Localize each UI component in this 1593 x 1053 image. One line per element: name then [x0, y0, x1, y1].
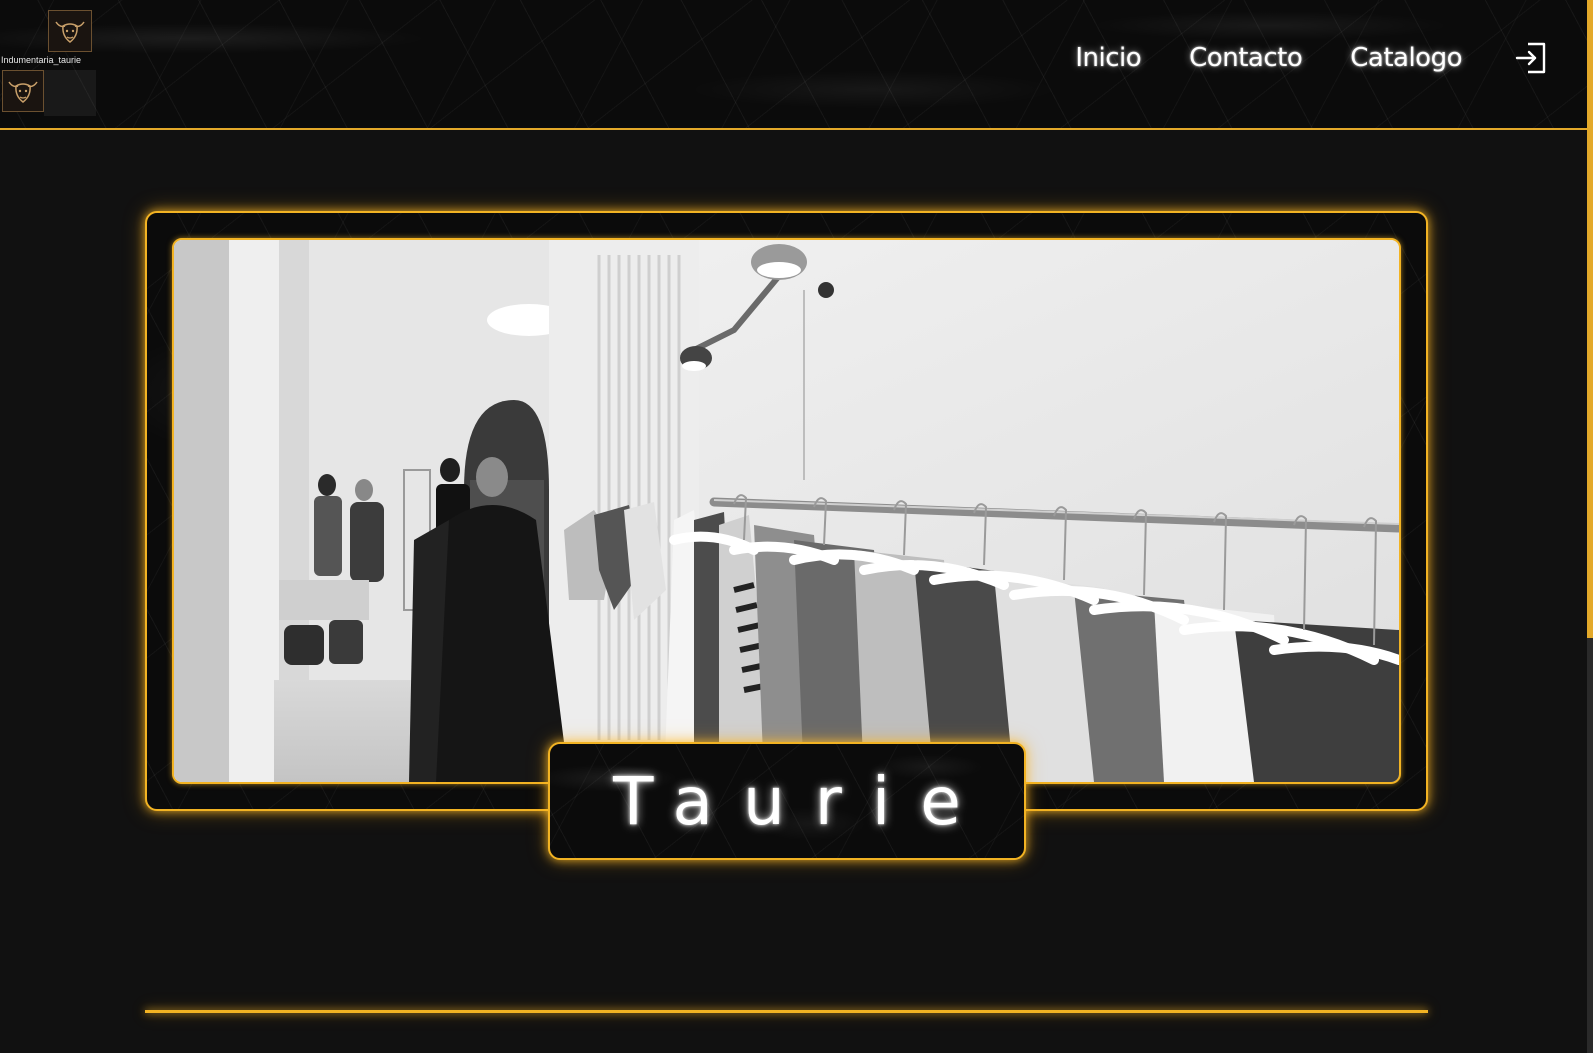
nav-link-inicio[interactable]: Inicio — [1075, 43, 1141, 73]
logo[interactable]: Indumentaria_taurie — [0, 8, 100, 116]
logo-shadow — [44, 70, 96, 116]
logo-alt-text: Indumentaria_taurie — [1, 55, 82, 65]
hero-image — [172, 238, 1401, 784]
hero-title-box: Taurie — [548, 742, 1026, 860]
site-header: Indumentaria_taurie Inicio Contacto Cata… — [0, 0, 1588, 130]
main-nav: Inicio Contacto Catalogo — [1075, 36, 1588, 80]
bull-logo-icon — [2, 70, 44, 112]
scrollbar-thumb[interactable] — [1587, 0, 1593, 638]
nav-link-catalogo[interactable]: Catalogo — [1350, 43, 1462, 73]
bull-logo-icon — [48, 10, 92, 52]
login-icon[interactable] — [1514, 41, 1548, 75]
nav-link-contacto[interactable]: Contacto — [1189, 43, 1303, 73]
section-divider — [145, 1010, 1428, 1013]
hero-title: Taurie — [613, 762, 991, 840]
page: Indumentaria_taurie Inicio Contacto Cata… — [0, 0, 1593, 1053]
